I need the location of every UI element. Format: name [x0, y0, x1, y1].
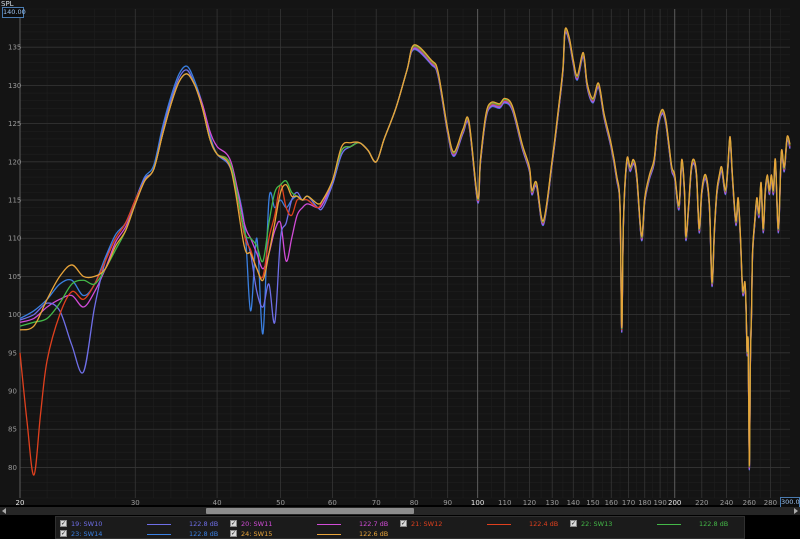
y-tick-label: 110	[8, 235, 21, 243]
legend-item-sw14[interactable]: ✓ 23: SW14 122.8 dB	[60, 529, 225, 539]
legend-checkbox[interactable]: ✓	[230, 530, 237, 537]
legend-line-swatch	[657, 524, 681, 525]
legend-item-sw11[interactable]: ✓ 20: SW11 122.7 dB	[230, 519, 395, 529]
x-tick-label: 100	[471, 499, 484, 505]
horizontal-scrollbar[interactable]	[0, 507, 800, 515]
legend-item-sw10[interactable]: ✓ 19: SW10 122.8 dB	[60, 519, 225, 529]
x-tick-label: 40	[213, 499, 222, 505]
frequency-response-plot[interactable]: 80 85 90 95 100 105 110 115 120 125 130 135 20 30 40 5…	[0, 0, 800, 505]
legend-line-swatch	[317, 534, 341, 535]
legend-series-name: 20: SW11	[241, 520, 273, 528]
scroll-left-arrow-icon[interactable]	[2, 508, 6, 514]
x-tick-label: 120	[523, 499, 536, 505]
legend-item-sw12[interactable]: ✓ 21: SW12 122.4 dB	[400, 519, 565, 529]
legend-series-value: 122.7 dB	[359, 520, 389, 528]
y-tick-label: 100	[8, 311, 21, 319]
y-tick-label: 130	[8, 82, 21, 90]
legend-series-value: 122.8 dB	[189, 530, 219, 538]
x-tick-label: 190	[653, 499, 666, 505]
legend-checkbox[interactable]: ✓	[230, 520, 237, 527]
x-tick-label: 20	[16, 499, 25, 505]
y-tick-label: 125	[8, 120, 21, 128]
x-tick-label: 220	[695, 499, 708, 505]
y-tick-label: 85	[8, 426, 17, 434]
legend-line-swatch	[487, 524, 511, 525]
legend-line-swatch	[317, 524, 341, 525]
x-tick-label: 280	[764, 499, 777, 505]
legend-item-sw13[interactable]: ✓ 22: SW13 122.8 dB	[570, 519, 735, 529]
x-tick-label: 80	[410, 499, 419, 505]
x-tick-label: 180	[638, 499, 651, 505]
legend-series-value: 122.4 dB	[529, 520, 559, 528]
x-tick-label: 50	[276, 499, 285, 505]
y-tick-label: 135	[8, 44, 21, 52]
legend-checkbox[interactable]: ✓	[60, 530, 67, 537]
x-tick-label: 30	[131, 499, 140, 505]
x-tick-label: 140	[567, 499, 580, 505]
x-tick-label: 200	[668, 499, 681, 505]
legend-series-name: 23: SW14	[71, 530, 103, 538]
x-tick-label: 110	[498, 499, 511, 505]
y-tick-label: 95	[8, 349, 17, 357]
x-tick-label: 150	[586, 499, 599, 505]
x-tick-label: 60	[328, 499, 337, 505]
legend-checkbox[interactable]: ✓	[60, 520, 67, 527]
x-tick-label: 170	[622, 499, 635, 505]
y-tick-label: 90	[8, 388, 17, 396]
legend-series-name: 24: SW15	[241, 530, 273, 538]
scroll-right-arrow-icon[interactable]	[794, 508, 798, 514]
x-tick-label: 160	[605, 499, 618, 505]
y-tick-label: 115	[8, 197, 21, 205]
legend-series-name: 22: SW13	[581, 520, 613, 528]
legend-checkbox[interactable]: ✓	[570, 520, 577, 527]
x-tick-label: 240	[720, 499, 733, 505]
legend-series-value: 122.8 dB	[699, 520, 729, 528]
legend-checkbox[interactable]: ✓	[400, 520, 407, 527]
y-tick-label: 105	[8, 273, 21, 281]
legend-series-value: 122.6 dB	[359, 530, 389, 538]
y-tick-label: 120	[8, 158, 21, 166]
y-axis-max-input[interactable]: 140.00	[2, 7, 26, 18]
x-tick-label: 70	[372, 499, 381, 505]
x-tick-label: 130	[546, 499, 559, 505]
legend-series-name: 19: SW10	[71, 520, 103, 528]
y-tick-label: 80	[8, 464, 17, 472]
legend-item-sw15[interactable]: ✓ 24: SW15 122.6 dB	[230, 529, 395, 539]
legend-line-swatch	[147, 524, 171, 525]
x-tick-label: 90	[443, 499, 452, 505]
graph-area[interactable]: 80 85 90 95 100 105 110 115 120 125 130 135 20 30 40 5…	[0, 0, 800, 508]
x-tick-label: 260	[743, 499, 756, 505]
legend-panel: ✓ 19: SW10 122.8 dB ✓ 20: SW11 122.7 dB ✓ 21: S…	[55, 516, 745, 539]
legend-series-name: 21: SW12	[411, 520, 443, 528]
legend-line-swatch	[147, 534, 171, 535]
scrollbar-thumb[interactable]	[206, 508, 414, 514]
legend-series-value: 122.8 dB	[189, 520, 219, 528]
